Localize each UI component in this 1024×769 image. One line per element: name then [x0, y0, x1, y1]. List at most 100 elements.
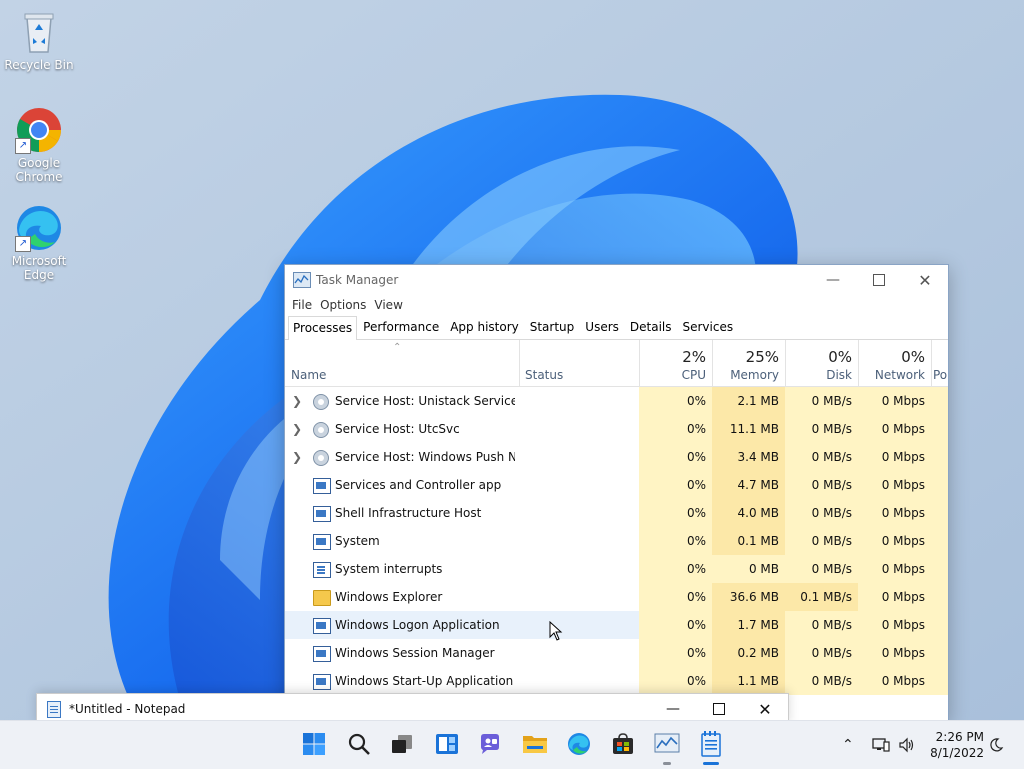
network-value: 0 Mbps — [858, 471, 931, 499]
power-cell — [931, 583, 948, 611]
memory-value: 4.0 MB — [712, 499, 785, 527]
widgets-icon — [436, 734, 458, 754]
table-row[interactable]: Services and Controller app 0% 4.7 MB 0 … — [285, 471, 948, 499]
column-header-network[interactable]: 0% Network — [858, 340, 931, 386]
network-value: 0 Mbps — [858, 639, 931, 667]
task-manager-window: Task Manager — ✕ File Options View Proce… — [284, 264, 949, 722]
process-name: System interrupts — [335, 562, 443, 576]
task-manager-taskbar-button[interactable] — [653, 730, 681, 765]
process-list: ❯ Service Host: Unistack Service G... 0%… — [285, 387, 948, 695]
column-label: CPU — [681, 368, 706, 382]
table-row[interactable]: Windows Explorer 0% 36.6 MB 0.1 MB/s 0 M… — [285, 583, 948, 611]
tab-strip: Processes Performance App history Startu… — [285, 315, 948, 340]
column-header-row: ⌃ Name Status 2% CPU 25% Memory 0% Disk … — [285, 340, 948, 387]
table-row[interactable]: Shell Infrastructure Host 0% 4.0 MB 0 MB… — [285, 499, 948, 527]
table-row[interactable]: ❯ Service Host: Unistack Service G... 0%… — [285, 387, 948, 415]
tab-performance[interactable]: Performance — [358, 315, 444, 339]
disk-value: 0 MB/s — [785, 443, 858, 471]
table-row[interactable]: Windows Start-Up Application 0% 1.1 MB 0… — [285, 667, 948, 695]
maximize-button[interactable] — [856, 265, 902, 295]
widgets-button[interactable] — [433, 730, 461, 758]
expand-chevron-icon[interactable]: ❯ — [291, 387, 303, 415]
table-row[interactable]: ❯ Service Host: UtcSvc 0% 11.1 MB 0 MB/s… — [285, 415, 948, 443]
process-name: System — [335, 534, 380, 548]
process-name: Service Host: Unistack Service G... — [335, 394, 515, 408]
start-button[interactable] — [300, 730, 328, 758]
process-name: Windows Logon Application — [335, 618, 500, 632]
notepad-taskbar-button[interactable] — [697, 730, 725, 765]
task-view-button[interactable] — [388, 730, 416, 758]
network-value: 0 Mbps — [858, 387, 931, 415]
desktop-icon-label: Recycle Bin — [4, 58, 74, 72]
close-icon: ✕ — [918, 270, 932, 290]
disk-value: 0 MB/s — [785, 387, 858, 415]
column-header-disk[interactable]: 0% Disk — [785, 340, 858, 386]
desktop-icon-recycle-bin[interactable]: Recycle Bin — [4, 8, 74, 72]
store-button[interactable] — [609, 730, 637, 758]
expand-chevron-icon[interactable]: ❯ — [291, 443, 303, 471]
show-hidden-icons-button[interactable]: ⌃ — [842, 721, 854, 769]
shortcut-arrow-icon: ↗ — [15, 138, 31, 154]
table-row[interactable]: System 0% 0.1 MB 0 MB/s 0 Mbps — [285, 527, 948, 555]
desktop-icon-label: Google Chrome — [15, 156, 63, 184]
power-cell — [931, 667, 948, 695]
task-manager-title-bar[interactable]: Task Manager — ✕ — [285, 265, 948, 295]
chat-icon — [481, 734, 499, 754]
network-value: 0 Mbps — [858, 527, 931, 555]
expand-chevron-icon[interactable]: ❯ — [291, 415, 303, 443]
tab-processes[interactable]: Processes — [288, 316, 358, 340]
menu-file[interactable]: File — [288, 295, 316, 315]
table-row[interactable]: Windows Logon Application 0% 1.7 MB 0 MB… — [285, 611, 948, 639]
column-header-name[interactable]: Name — [285, 340, 519, 386]
tab-users[interactable]: Users — [580, 315, 624, 339]
menu-view[interactable]: View — [370, 295, 406, 315]
memory-value: 11.1 MB — [712, 415, 785, 443]
system-clock[interactable]: 2:26 PM 8/1/2022 — [930, 729, 984, 761]
tab-services[interactable]: Services — [678, 315, 739, 339]
mouse-cursor-icon — [549, 621, 563, 641]
process-name: Service Host: Windows Push No... — [335, 450, 515, 464]
process-name: Shell Infrastructure Host — [335, 506, 482, 520]
table-row[interactable]: ❯ Service Host: Windows Push No... 0% 3.… — [285, 443, 948, 471]
network-value: 0 Mbps — [858, 443, 931, 471]
table-row[interactable]: System interrupts 0% 0 MB 0 MB/s 0 Mbps — [285, 555, 948, 583]
column-header-cpu[interactable]: 2% CPU — [639, 340, 712, 386]
notepad-app-icon — [47, 700, 61, 718]
gear-icon — [313, 450, 329, 466]
memory-value: 36.6 MB — [712, 583, 785, 611]
app-window-icon — [313, 478, 331, 494]
column-header-power[interactable]: Po — [931, 340, 948, 386]
tab-details[interactable]: Details — [625, 315, 677, 339]
minimize-button[interactable]: — — [810, 265, 856, 295]
power-cell — [931, 611, 948, 639]
desktop-icon-microsoft-edge[interactable]: ↗ Microsoft Edge — [4, 204, 74, 282]
search-button[interactable] — [345, 730, 373, 758]
power-cell — [931, 555, 948, 583]
chat-button[interactable] — [476, 730, 504, 758]
disk-total-percent: 0% — [828, 348, 852, 366]
tab-startup[interactable]: Startup — [525, 315, 580, 339]
network-total-percent: 0% — [901, 348, 925, 366]
notifications-button[interactable] — [988, 721, 1004, 769]
volume-button[interactable] — [898, 721, 916, 769]
app-window-icon — [313, 506, 331, 522]
column-header-memory[interactable]: 25% Memory — [712, 340, 785, 386]
column-header-status[interactable]: Status — [519, 340, 639, 386]
menu-options[interactable]: Options — [316, 295, 370, 315]
store-icon — [613, 733, 633, 754]
table-row[interactable]: Windows Session Manager 0% 0.2 MB 0 MB/s… — [285, 639, 948, 667]
desktop-icon-google-chrome[interactable]: ↗ Google Chrome — [4, 106, 74, 184]
maximize-icon — [713, 703, 725, 715]
desktop-icon-label: Microsoft Edge — [11, 254, 67, 282]
close-button[interactable]: ✕ — [902, 265, 948, 295]
folder-icon — [313, 590, 331, 606]
power-cell — [931, 471, 948, 499]
file-explorer-button[interactable] — [521, 730, 549, 758]
column-label: Network — [874, 368, 925, 382]
file-explorer-icon — [523, 736, 547, 753]
edge-taskbar-button[interactable] — [565, 730, 593, 758]
disk-value: 0 MB/s — [785, 667, 858, 695]
tab-app-history[interactable]: App history — [445, 315, 524, 339]
network-value: 0 Mbps — [858, 583, 931, 611]
network-status-button[interactable] — [872, 721, 890, 769]
